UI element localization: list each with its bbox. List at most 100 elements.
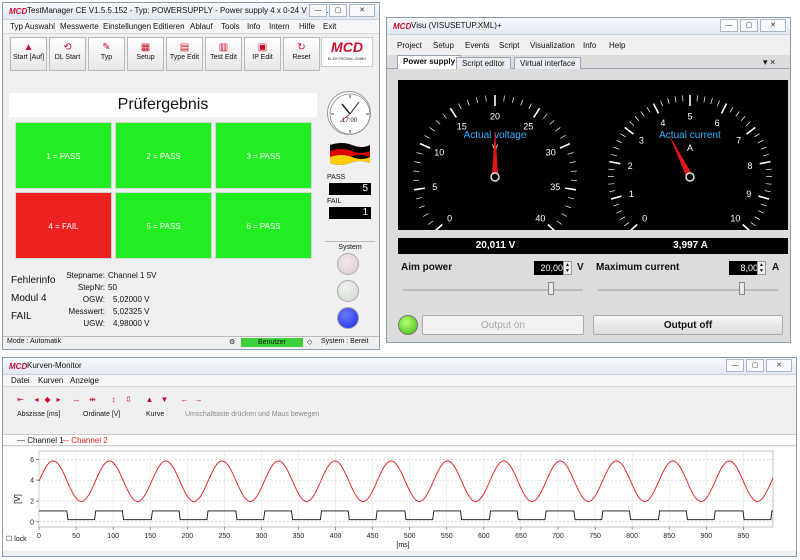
system-led-blue: [337, 307, 359, 329]
output-on-button[interactable]: Output on: [422, 315, 584, 335]
menu-project[interactable]: Project: [397, 41, 422, 50]
menu-script[interactable]: Script: [499, 41, 519, 50]
menu-messwerte[interactable]: Messwerte: [60, 22, 99, 31]
minimize-button[interactable]: —: [309, 4, 327, 17]
testmanager-titlebar[interactable]: MCD TestManager CE V1.5.5.152 - Typ: POW…: [3, 3, 379, 20]
close-button[interactable]: ✕: [766, 359, 792, 372]
vg-major-tick: [559, 142, 571, 149]
menu-intern[interactable]: Intern: [269, 22, 289, 31]
german-flag-icon[interactable]: [328, 141, 372, 167]
x-tick-label: 150: [144, 533, 156, 540]
cg-minor-tick: [764, 190, 771, 193]
x-tick-label: 600: [478, 533, 490, 540]
aim-power-unit: V: [577, 262, 584, 273]
menu-editieren[interactable]: Editieren: [153, 22, 185, 31]
test-edit-button[interactable]: ▥ Test Edit: [205, 37, 242, 71]
ip-edit-button[interactable]: ▣ IP Edit: [244, 37, 281, 71]
cg-tick-label: 10: [730, 213, 740, 223]
start-button[interactable]: ▲ Start [Auf]: [10, 37, 47, 71]
maximize-button[interactable]: ▢: [329, 4, 347, 17]
plot-frame: [38, 450, 774, 528]
close-button[interactable]: ✕: [349, 4, 375, 17]
tab-close-icon[interactable]: ▾ ×: [763, 57, 775, 68]
close-button[interactable]: ✕: [760, 19, 786, 32]
legend-channel-2-label: Channel 2: [71, 436, 108, 445]
menu-datei[interactable]: Datei: [11, 376, 30, 385]
tab-virtual-interface[interactable]: Virtual interface: [514, 57, 582, 69]
compress-horizontal-icon[interactable]: ⇹: [87, 394, 98, 405]
menu-typ-auswahl[interactable]: Typ Auswahl: [10, 22, 55, 31]
lock-checkbox[interactable]: ☐ lock: [6, 535, 27, 543]
current-gauge-svg: 0 1 2 3 4 5 6 7 8 9 10 Actual current A: [607, 95, 773, 233]
max-current-stepper[interactable]: ▲ ▼: [757, 261, 766, 275]
aim-power-slider-thumb[interactable]: [547, 282, 554, 295]
legend-channel-1[interactable]: — Channel 1: [17, 436, 64, 445]
maximize-button[interactable]: ▢: [740, 19, 758, 32]
cg-minor-tick: [640, 111, 645, 117]
stepname-value: Channel 1 5V: [108, 271, 157, 280]
arrow-left-icon[interactable]: ◂: [31, 394, 42, 405]
x-tick-label: 250: [219, 533, 231, 540]
kurven-titlebar[interactable]: MCD Kurven-Monitor — ▢ ✕: [3, 358, 796, 375]
menu-kurven[interactable]: Kurven: [38, 376, 63, 385]
cg-major-tick: [624, 126, 634, 135]
arrow-down-icon[interactable]: ▼: [159, 394, 170, 405]
menu-anzeige[interactable]: Anzeige: [70, 376, 99, 385]
cg-tick-label: 4: [660, 118, 665, 128]
menu-info[interactable]: Info: [583, 41, 596, 50]
result-cell-1: 1 = PASS: [15, 122, 112, 189]
compress-vertical-icon[interactable]: ⇳: [123, 394, 134, 405]
menu-info[interactable]: Info: [247, 22, 260, 31]
menu-events[interactable]: Events: [465, 41, 489, 50]
y-tick-label: 6: [30, 457, 34, 464]
max-current-slider-thumb[interactable]: [739, 282, 745, 295]
menu-tools[interactable]: Tools: [221, 22, 240, 31]
menu-hilfe[interactable]: Hilfe: [299, 22, 315, 31]
minimize-button[interactable]: —: [720, 19, 738, 32]
setup-button[interactable]: ▦ Setup: [127, 37, 164, 71]
expand-horizontal-icon[interactable]: ↔: [71, 394, 82, 405]
arrow-up-down-icon[interactable]: ◆: [42, 394, 53, 405]
aim-power-stepper[interactable]: ▲ ▼: [563, 261, 572, 275]
shift-left-icon[interactable]: ←: [179, 394, 190, 405]
visu-titlebar[interactable]: MCD Visu (VISUSETUP.XML)+ — ▢ ✕: [387, 18, 790, 35]
vg-minor-tick: [415, 197, 422, 200]
typ-button[interactable]: ✎ Typ: [88, 37, 125, 71]
menu-exit[interactable]: Exit: [323, 22, 336, 31]
legend-channel-2[interactable]: — Channel 2: [61, 436, 108, 445]
go-start-icon[interactable]: ⇤: [15, 394, 26, 405]
dl-start-button[interactable]: ⟲ DL Start: [49, 37, 86, 71]
aim-power-slider[interactable]: [403, 289, 583, 291]
cg-minor-tick: [758, 210, 764, 214]
vg-minor-tick: [475, 97, 478, 104]
max-current-slider[interactable]: [598, 289, 778, 291]
mcd-logo-icon: MCD: [393, 22, 412, 31]
output-off-button[interactable]: Output off: [593, 315, 783, 335]
cg-minor-tick: [729, 107, 734, 113]
menu-help[interactable]: Help: [609, 41, 625, 50]
menu-ablauf[interactable]: Ablauf: [190, 22, 213, 31]
menu-einstellungen[interactable]: Einstellungen: [103, 22, 151, 31]
minimize-button[interactable]: —: [726, 359, 744, 372]
menu-visualization[interactable]: Visualization: [530, 41, 575, 50]
cg-minor-tick: [646, 107, 651, 113]
cg-major-tick: [609, 160, 621, 165]
curve-plot-area[interactable]: 0 50 100 150 200 250 300 350 400 450 500 550 600 650 7…: [3, 447, 796, 551]
shift-right-icon[interactable]: →: [193, 394, 204, 405]
stepname-label: Stepname:: [66, 271, 105, 280]
dl-start-label: DL Start: [54, 54, 81, 61]
menu-setup[interactable]: Setup: [433, 41, 454, 50]
type-edit-button[interactable]: ▤ Type Edit: [166, 37, 203, 71]
tab-script-editor[interactable]: Script editor: [456, 57, 511, 69]
maximize-button[interactable]: ▢: [746, 359, 764, 372]
cg-minor-tick: [754, 216, 761, 221]
tab-power-supply[interactable]: Power supply: [397, 55, 462, 69]
reset-button[interactable]: ↻ Reset: [283, 37, 320, 71]
cg-minor-tick: [674, 96, 677, 103]
arrow-right-icon[interactable]: ▸: [53, 394, 64, 405]
arrow-up-icon[interactable]: ▲: [144, 394, 155, 405]
reset-label: Reset: [292, 54, 311, 61]
kurven-monitor-window: MCD Kurven-Monitor — ▢ ✕ Datei Kurven An…: [2, 357, 797, 557]
cg-minor-tick: [613, 146, 620, 150]
expand-vertical-icon[interactable]: ↕: [108, 394, 119, 405]
